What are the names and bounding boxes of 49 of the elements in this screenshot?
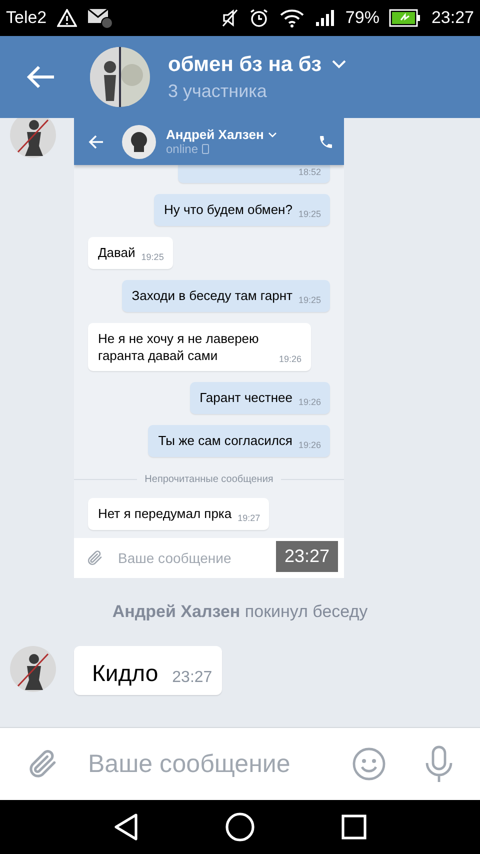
- system-message: Андрей Халзен покинул беседу: [111, 602, 369, 622]
- microphone-icon[interactable]: [424, 745, 454, 783]
- participant-count: 3 участника: [168, 80, 268, 102]
- recent-apps-icon[interactable]: [341, 814, 367, 840]
- alarm-icon: [249, 8, 270, 28]
- phone-icon: [318, 134, 334, 150]
- carrier-name: Tele2: [6, 8, 47, 28]
- back-icon: [88, 134, 104, 148]
- battery-icon: [389, 9, 422, 27]
- message-text: Нет я передумал прка: [98, 506, 232, 524]
- chevron-down-icon[interactable]: [332, 60, 346, 69]
- message-text: Ну что будем обмен?: [164, 202, 292, 219]
- message-time: 18:52: [298, 167, 321, 177]
- conversation-title[interactable]: обмен бз на бз: [168, 52, 322, 76]
- message-text: Ты же сам согласился: [158, 433, 292, 450]
- user-avatar: [10, 646, 56, 692]
- mail-icon: [86, 7, 113, 29]
- contact-name: Андрей Халзен: [166, 127, 264, 142]
- group-avatar: [90, 47, 150, 107]
- message-text: Давай: [98, 244, 136, 262]
- attach-icon: [86, 549, 104, 567]
- message-text: Гарант честнее: [200, 390, 292, 408]
- unread-divider: Непрочитанные сообщения: [144, 474, 274, 486]
- online-status: online: [166, 142, 198, 156]
- message-time: 19:27: [238, 513, 260, 524]
- battery-percent: 79%: [345, 8, 380, 28]
- message-time: 19:25: [141, 252, 164, 262]
- wifi-icon: [279, 8, 306, 28]
- message-time: 19:25: [298, 208, 321, 219]
- warning-icon: [56, 9, 77, 27]
- home-icon[interactable]: [225, 812, 255, 842]
- mute-icon: [221, 8, 240, 28]
- message-text: Кидло: [92, 660, 158, 687]
- user-avatar: [122, 124, 156, 158]
- message-time: 23:27: [172, 669, 212, 687]
- message-time: 19:25: [298, 294, 321, 305]
- message-text: Заходи в беседу там гарнт: [132, 288, 292, 305]
- message-time: 19:26: [279, 354, 302, 364]
- message-time: 19:26: [298, 397, 321, 408]
- chevron-down-icon: [268, 132, 277, 138]
- back-icon[interactable]: [113, 813, 139, 841]
- message-text: Не я не хочу я не лаверею гаранта давай сами: [98, 330, 260, 364]
- input-placeholder: Ваше сообщение: [118, 550, 232, 566]
- time-overlay: 23:27: [276, 541, 338, 572]
- phone-device-icon: [202, 144, 210, 154]
- message-time: 19:26: [298, 440, 321, 450]
- clock-time: 23:27: [431, 8, 474, 28]
- signal-icon: [315, 9, 336, 27]
- emoji-icon[interactable]: [352, 747, 386, 781]
